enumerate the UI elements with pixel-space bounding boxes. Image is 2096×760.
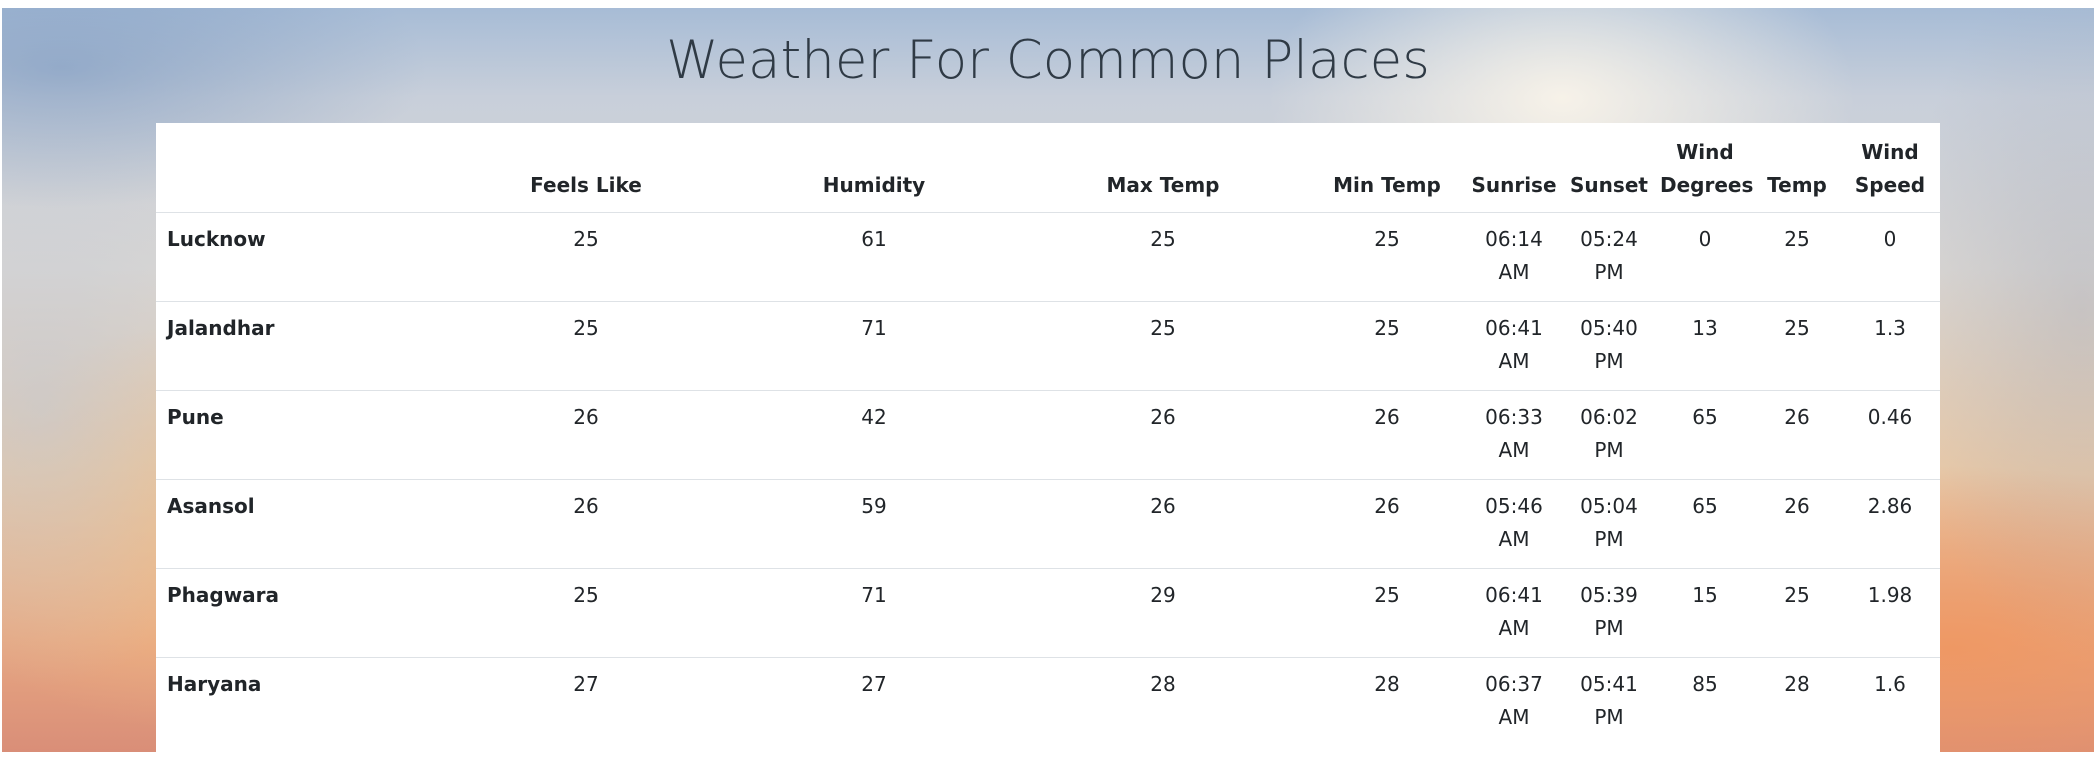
cell-sunset: 06:02 PM: [1562, 390, 1656, 480]
sunset-value: 05:40 PM: [1580, 315, 1638, 373]
cell-sunrise: 06:14 AM: [1466, 212, 1562, 302]
sunrise-value: 06:37 AM: [1485, 671, 1543, 729]
cell-humidity: 42: [730, 390, 1018, 480]
cell-max-temp: 29: [1018, 568, 1308, 658]
cell-sunset: 05:40 PM: [1562, 301, 1656, 391]
cell-sunset: 05:39 PM: [1562, 568, 1656, 658]
sunset-value: 05:39 PM: [1580, 582, 1638, 640]
cell-feels-like: 27: [573, 671, 599, 696]
cell-wind-speed: 2.86: [1840, 479, 1940, 569]
cell-min-temp: 28: [1374, 671, 1400, 696]
cell-min-temp: 25: [1308, 301, 1466, 391]
cell-temp: 25: [1754, 568, 1840, 658]
cell-feels-like: 26: [442, 390, 730, 480]
header-min-temp: Min Temp: [1308, 123, 1466, 213]
header-sunrise: Sunrise: [1466, 123, 1562, 213]
header-place: [156, 123, 442, 213]
cell-sunset: 05:24 PM: [1562, 212, 1656, 302]
header-wind-degrees: Wind Degrees: [1656, 123, 1754, 213]
header-wind-speed: Wind Speed: [1840, 123, 1940, 213]
table-row: Asansol 26 59 26 26 05:46 AM 05:04 PM 65…: [156, 479, 1940, 569]
cell-temp: 25: [1754, 212, 1840, 302]
header-max-temp: Max Temp: [1018, 123, 1308, 213]
sunset-value: 06:02 PM: [1580, 404, 1638, 462]
sunrise-value: 06:33 AM: [1485, 404, 1543, 462]
cell-sunrise: 06:33 AM: [1466, 390, 1562, 480]
cell-wind-speed: 0.46: [1840, 390, 1940, 480]
sunset-value: 05:04 PM: [1580, 493, 1638, 551]
cell-feels-like: 25: [442, 212, 730, 302]
cell-max-temp: 26: [1018, 479, 1308, 569]
cell-min-temp: 26: [1308, 390, 1466, 480]
cell-sunrise: 06:41 AM: [1466, 568, 1562, 658]
cell-place: Pune: [156, 390, 442, 480]
cell-min-temp: 25: [1308, 212, 1466, 302]
cell-feels-like: 25: [442, 301, 730, 391]
cell-feels-like: 26: [442, 479, 730, 569]
cell-wind-degrees: 85: [1692, 671, 1718, 696]
header-feels-like: Feels Like: [442, 123, 730, 213]
sunset-value: 05:24 PM: [1580, 226, 1638, 284]
cell-wind-speed: 0: [1840, 212, 1940, 302]
page-title: Weather For Common Places: [666, 30, 1430, 91]
cell-place: Haryana: [167, 671, 262, 696]
weather-table: Feels Like Humidity Max Temp Min Temp Su…: [156, 123, 1940, 746]
cell-max-temp: 25: [1018, 212, 1308, 302]
cell-temp: 26: [1754, 390, 1840, 480]
cell-sunset: 05:41 PM: [1562, 657, 1656, 746]
table-row: Pune 26 42 26 26 06:33 AM 06:02 PM 65 26…: [156, 390, 1940, 480]
sunrise-value: 06:41 AM: [1485, 582, 1543, 640]
cell-sunrise: 05:46 AM: [1466, 479, 1562, 569]
table-row: Lucknow 25 61 25 25 06:14 AM 05:24 PM 0 …: [156, 212, 1940, 302]
cell-wind-degrees: 13: [1656, 301, 1754, 391]
cell-place: Phagwara: [156, 568, 442, 658]
cell-wind-degrees: 65: [1656, 390, 1754, 480]
cell-place: Jalandhar: [156, 301, 442, 391]
header-sunset: Sunset: [1562, 123, 1656, 213]
cell-wind-degrees: 65: [1656, 479, 1754, 569]
cell-temp: 25: [1754, 301, 1840, 391]
cell-min-temp: 25: [1308, 568, 1466, 658]
cell-humidity: 71: [730, 568, 1018, 658]
cell-humidity: 59: [730, 479, 1018, 569]
cell-max-temp: 28: [1150, 671, 1176, 696]
header-temp: Temp: [1754, 123, 1840, 213]
cell-humidity: 27: [861, 671, 887, 696]
cell-temp: 28: [1784, 671, 1810, 696]
cell-humidity: 61: [730, 212, 1018, 302]
cell-place: Asansol: [156, 479, 442, 569]
cell-wind-speed: 1.6: [1874, 671, 1906, 696]
cell-sunrise: 06:37 AM: [1466, 657, 1562, 746]
sunrise-value: 06:14 AM: [1485, 226, 1543, 284]
cell-max-temp: 26: [1018, 390, 1308, 480]
page-background: Weather For Common Places Feels Like Hum: [2, 8, 2094, 752]
cell-wind-speed: 1.98: [1840, 568, 1940, 658]
cell-sunrise: 06:41 AM: [1466, 301, 1562, 391]
cell-feels-like: 25: [442, 568, 730, 658]
cell-max-temp: 25: [1018, 301, 1308, 391]
header-humidity: Humidity: [730, 123, 1018, 213]
cell-wind-degrees: 0: [1656, 212, 1754, 302]
sunset-value: 05:41 PM: [1580, 671, 1638, 729]
sunrise-value: 06:41 AM: [1485, 315, 1543, 373]
weather-table-container: Feels Like Humidity Max Temp Min Temp Su…: [156, 123, 1940, 752]
cell-humidity: 71: [730, 301, 1018, 391]
cell-min-temp: 26: [1308, 479, 1466, 569]
cell-place: Lucknow: [156, 212, 442, 302]
cell-wind-speed: 1.3: [1840, 301, 1940, 391]
table-row: Jalandhar 25 71 25 25 06:41 AM 05:40 PM …: [156, 301, 1940, 391]
cell-sunset: 05:04 PM: [1562, 479, 1656, 569]
table-row: Phagwara 25 71 29 25 06:41 AM 05:39 PM 1…: [156, 568, 1940, 658]
table-row: Haryana 27 27 28 28 06:37 AM 05:41 PM 85…: [156, 657, 1940, 746]
cell-wind-degrees: 15: [1656, 568, 1754, 658]
sunrise-value: 05:46 AM: [1485, 493, 1543, 551]
table-header-row: Feels Like Humidity Max Temp Min Temp Su…: [156, 123, 1940, 213]
cell-temp: 26: [1754, 479, 1840, 569]
